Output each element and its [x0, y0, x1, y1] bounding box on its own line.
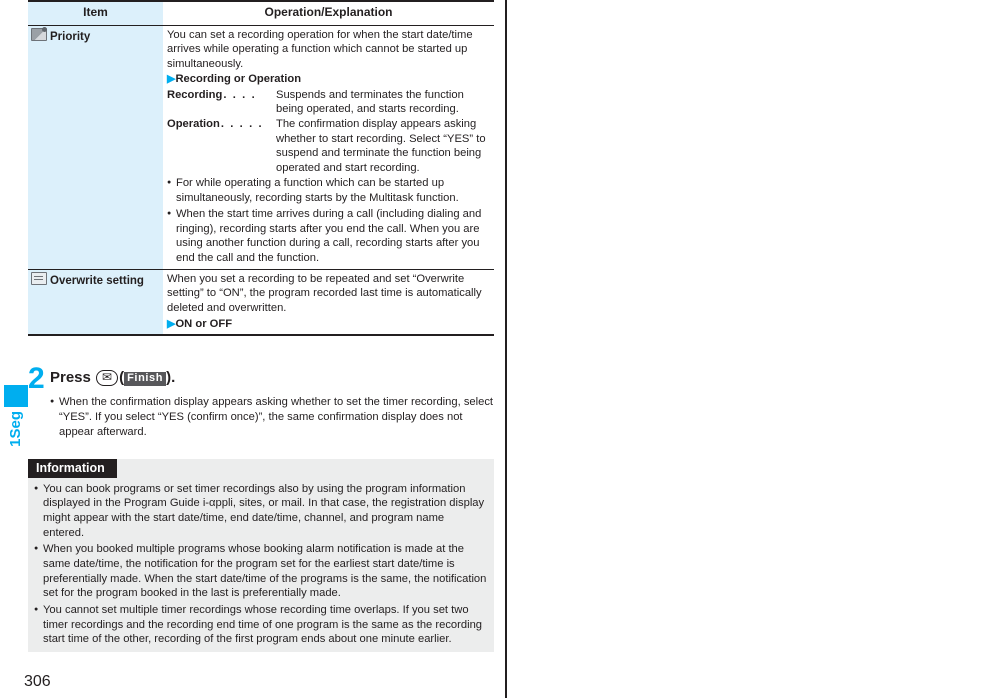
side-tab-color-block: [4, 385, 28, 407]
overwrite-intro: When you set a recording to be repeated …: [167, 272, 482, 315]
leader-dots: . . . .: [223, 88, 257, 101]
right-column: Information You cannot book programs or …: [502, 0, 1004, 698]
item-text: Overwrite setting: [50, 274, 144, 287]
list-item: When the confirmation display appears as…: [50, 395, 494, 439]
table-row-overwrite-setting: Overwrite setting When you set a recordi…: [28, 268, 494, 337]
priority-intro: You can set a recording operation for wh…: [167, 28, 473, 70]
overwrite-options-line: ▶ON or OFF: [167, 317, 490, 332]
list-item: You can book programs or set timer recor…: [34, 482, 487, 541]
priority-definition-list: Recording . . . . Suspends and terminate…: [167, 88, 490, 175]
overwrite-icon: [31, 271, 47, 285]
list-item: For while operating a function which can…: [167, 176, 490, 206]
side-tab-1seg: 1Seg: [4, 385, 28, 447]
information-title-wrap: Information: [28, 459, 494, 478]
step-title-prefix: Press: [50, 369, 91, 386]
manual-page: 1Seg Item Operation/Explanation Priority…: [0, 0, 1004, 698]
definition-description: The confirmation display appears asking …: [276, 117, 486, 174]
priority-icon: [31, 26, 47, 41]
priority-options-text: Recording or Operation: [175, 73, 302, 86]
step-notes: When the confirmation display appears as…: [50, 395, 494, 439]
explanation-overwrite-setting: When you set a recording to be repeated …: [163, 268, 494, 337]
softkey-finish: Finish: [124, 372, 167, 386]
step-title: Press ✉(Finish).: [50, 366, 175, 389]
header-operation-explanation: Operation/Explanation: [163, 0, 494, 26]
leader-dots: . . . . .: [220, 117, 264, 130]
step-title-suffix: ).: [166, 369, 176, 386]
definition-row: Recording . . . . Suspends and terminate…: [167, 88, 490, 117]
information-box-left: Information You can book programs or set…: [28, 459, 494, 653]
settings-table-header-row: Item Operation/Explanation: [28, 0, 494, 26]
list-item: When the start time arrives during a cal…: [167, 207, 490, 266]
explanation-priority: You can set a recording operation for wh…: [163, 25, 494, 269]
overwrite-options-text: ON or OFF: [175, 317, 233, 330]
definition-description: Suspends and terminates the function bei…: [276, 88, 464, 116]
page-number: 306: [24, 673, 51, 690]
definition-term: Operation: [167, 117, 220, 130]
step-block-2: 2 Press ✉(Finish). When the confirmation…: [28, 362, 494, 439]
definition-term: Recording: [167, 88, 223, 101]
step-heading: 2 Press ✉(Finish).: [28, 362, 494, 395]
item-text: Priority: [50, 30, 91, 43]
item-label-priority: Priority: [28, 25, 163, 270]
priority-options-line: ▶Recording or Operation: [167, 72, 490, 87]
header-item: Item: [28, 0, 163, 26]
priority-notes: For while operating a function which can…: [167, 176, 490, 266]
definition-row: Operation . . . . . The confirmation dis…: [167, 117, 490, 175]
settings-table: Item Operation/Explanation Priority You …: [28, 0, 494, 337]
side-tab-label: 1Seg: [7, 411, 24, 447]
information-title: Information: [28, 459, 117, 478]
mail-key-icon: ✉: [96, 370, 119, 386]
list-item: When you booked multiple programs whose …: [34, 542, 487, 601]
item-label-overwrite-setting: Overwrite setting: [28, 268, 163, 337]
table-row-priority: Priority You can set a recording operati…: [28, 25, 494, 270]
information-list-left: You can book programs or set timer recor…: [28, 478, 494, 647]
left-column: 1Seg Item Operation/Explanation Priority…: [0, 0, 502, 698]
step-body: When the confirmation display appears as…: [50, 395, 494, 439]
list-item: You cannot set multiple timer recordings…: [34, 603, 487, 647]
step-number: 2: [28, 362, 45, 395]
